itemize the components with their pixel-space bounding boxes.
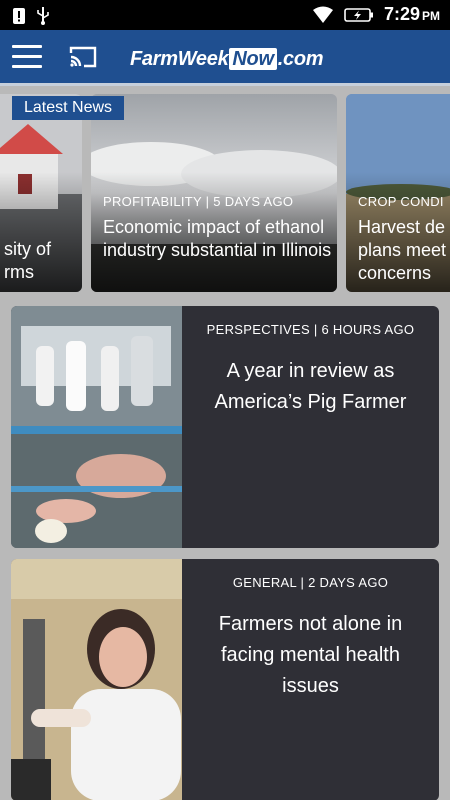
- latest-news-carousel[interactable]: sity of rms PROFITABILITY | 5 DAYS AGO E…: [0, 92, 450, 294]
- usb-icon: [37, 7, 49, 25]
- clock-time: 7:29: [383, 4, 420, 24]
- logo-text-farmweek: FarmWeek: [130, 47, 229, 70]
- farmweeknow-logo[interactable]: FarmWeek Now .com: [130, 46, 324, 72]
- article-thumbnail-woman: [11, 559, 182, 800]
- article-card[interactable]: GENERAL | 2 DAYS AGO Farmers not alone i…: [11, 559, 439, 800]
- cast-icon[interactable]: [68, 45, 98, 69]
- article-title: Farmers not alone in facing mental healt…: [218, 613, 403, 697]
- article-card[interactable]: PERSPECTIVES | 6 HOURS AGO A year in rev…: [11, 306, 439, 548]
- carousel-card-right-meta: CROP CONDI: [358, 194, 444, 209]
- carousel-card-center-meta: PROFITABILITY | 5 DAYS AGO: [103, 194, 294, 209]
- wifi-icon: [312, 6, 333, 23]
- carousel-card-left[interactable]: sity of rms: [0, 94, 82, 292]
- latest-news-label: Latest News: [12, 96, 125, 120]
- status-bar: 7:29 PM: [0, 0, 450, 30]
- carousel-card-right-title: Harvest de plans meet concerns: [358, 217, 447, 283]
- app-bar: FarmWeek Now .com: [0, 30, 450, 86]
- hamburger-menu-icon[interactable]: [12, 45, 42, 69]
- logo-text-now: Now: [229, 48, 277, 70]
- logo-text-dotcom: .com: [277, 47, 324, 70]
- article-title: A year in review as America’s Pig Farmer: [214, 360, 407, 413]
- battery-charging-icon: [344, 7, 373, 22]
- carousel-card-left-title: sity of rms: [4, 239, 52, 282]
- alert-notification-icon: [13, 8, 25, 24]
- article-meta: PERSPECTIVES | 6 HOURS AGO: [206, 322, 415, 337]
- carousel-card-center[interactable]: PROFITABILITY | 5 DAYS AGO Economic impa…: [91, 94, 337, 292]
- article-meta: GENERAL | 2 DAYS AGO: [232, 575, 389, 590]
- carousel-card-right[interactable]: CROP CONDI Harvest de plans meet concern…: [346, 94, 450, 292]
- article-thumbnail-pig-farm: [11, 306, 182, 548]
- carousel-card-center-title: Economic impact of ethanol industry subs…: [103, 217, 332, 260]
- clock-ampm: PM: [422, 9, 440, 23]
